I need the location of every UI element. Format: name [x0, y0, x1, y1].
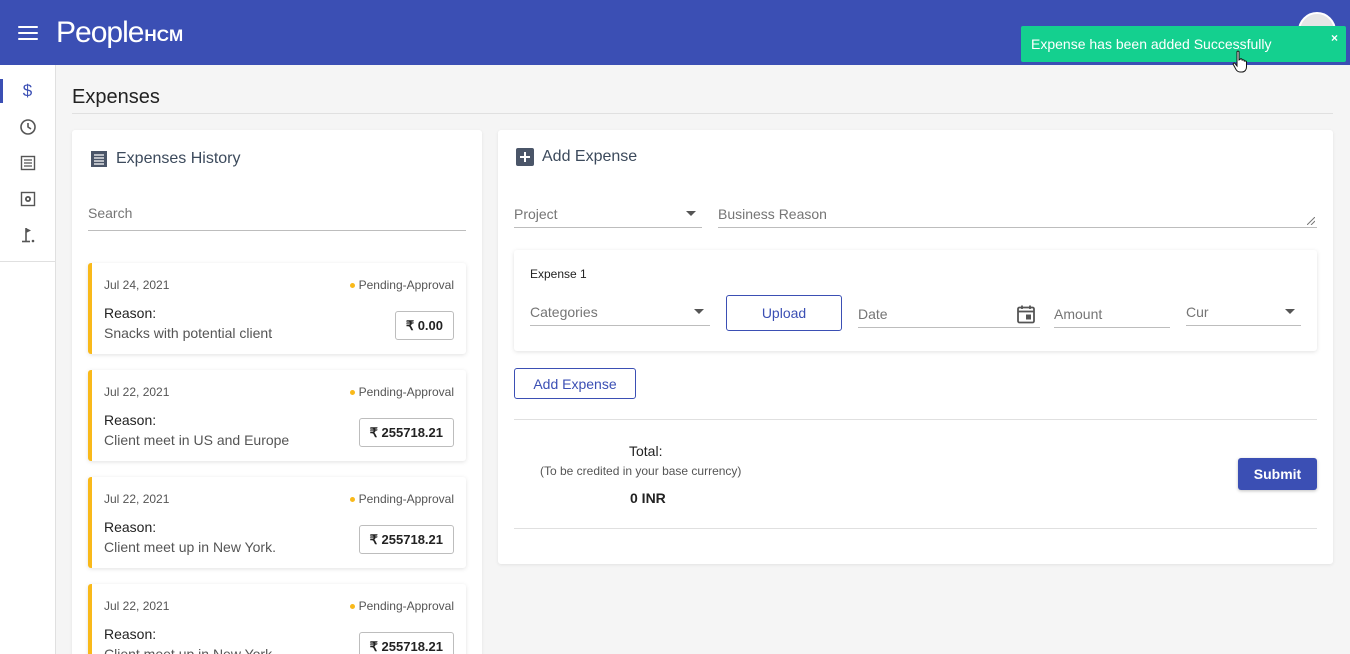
sidebar-item-golf[interactable] — [0, 217, 55, 253]
total-label: Total: — [629, 443, 663, 459]
menu-icon[interactable] — [0, 0, 56, 65]
logo-main-text: People — [56, 15, 144, 49]
total-value: 0 INR — [630, 490, 666, 506]
golf-flag-icon — [21, 228, 34, 243]
sidebar-item-expenses[interactable]: $ — [0, 73, 55, 109]
search-field[interactable] — [88, 205, 466, 231]
expense-amount: ₹ 255718.21 — [358, 525, 454, 554]
resize-handle-icon[interactable] — [1307, 217, 1315, 225]
status-dot-icon — [349, 603, 355, 609]
list-icon — [20, 155, 35, 171]
expenses-history-card: Expenses History Jul 24, 2021 Pending-Ap… — [72, 130, 482, 654]
add-expense-card: Add Expense Project Business Reason Expe… — [498, 130, 1333, 564]
upload-button[interactable]: Upload — [726, 295, 842, 331]
status-dot-icon — [349, 496, 355, 502]
expense-reason: Client meet in US and Europe — [104, 432, 290, 448]
hand-cursor-icon — [1232, 50, 1250, 79]
status-badge: Pending-Approval — [349, 278, 454, 292]
expense-list-item[interactable]: Jul 24, 2021 Pending-Approval Reason: Sn… — [88, 263, 466, 354]
chevron-down-icon — [694, 309, 704, 314]
sidebar-item-timesheet[interactable] — [0, 109, 55, 145]
expense-list-item[interactable]: Jul 22, 2021 Pending-Approval Reason: Cl… — [88, 370, 466, 461]
expense-reason: Client meet up in New York. — [104, 646, 276, 654]
amount-field[interactable]: Amount — [1054, 300, 1170, 328]
clock-icon — [19, 119, 36, 135]
form-divider — [514, 419, 1317, 420]
expense-date: Jul 22, 2021 — [104, 385, 170, 399]
logo-sub-text: HCM — [144, 25, 184, 45]
status-dot-icon — [349, 389, 355, 395]
project-select[interactable]: Project — [514, 200, 702, 228]
reason-label: Reason: — [104, 412, 157, 428]
status-badge: Pending-Approval — [349, 492, 454, 506]
sidebar: $ — [0, 65, 56, 654]
chevron-down-icon — [686, 211, 696, 216]
dollar-icon: $ — [22, 81, 33, 100]
expense-amount: ₹ 0.00 — [394, 311, 454, 340]
expense-reason: Client meet up in New York. — [104, 539, 276, 555]
title-divider — [72, 113, 1333, 114]
status-dot-icon — [349, 282, 355, 288]
submit-button[interactable]: Submit — [1238, 458, 1317, 490]
date-field[interactable]: Date — [858, 300, 1040, 328]
currency-placeholder: Cur — [1186, 303, 1209, 320]
currency-select[interactable]: Cur — [1186, 298, 1301, 326]
expense-line-box: Expense 1 Categories Upload Date Amount … — [514, 250, 1317, 351]
form-divider — [514, 528, 1317, 529]
categories-select[interactable]: Categories — [530, 298, 710, 326]
expense-amount: ₹ 255718.21 — [358, 632, 454, 654]
sidebar-divider — [0, 261, 55, 262]
page-title: Expenses — [72, 86, 160, 108]
history-header: Expenses History — [90, 150, 241, 168]
sidebar-item-settings[interactable] — [0, 181, 55, 217]
expense-reason: Snacks with potential client — [104, 325, 273, 341]
project-placeholder: Project — [514, 205, 558, 222]
date-placeholder: Date — [858, 305, 888, 322]
add-expense-button[interactable]: Add Expense — [514, 368, 636, 399]
expense-date: Jul 24, 2021 — [104, 278, 170, 292]
add-expense-title: Add Expense — [542, 148, 638, 165]
expense-date: Jul 22, 2021 — [104, 492, 170, 506]
expense-date: Jul 22, 2021 — [104, 599, 170, 613]
chevron-down-icon — [1285, 309, 1295, 314]
calendar-icon[interactable] — [1016, 304, 1036, 324]
expense-list-item[interactable]: Jul 22, 2021 Pending-Approval Reason: Cl… — [88, 477, 466, 568]
reason-label: Reason: — [104, 626, 157, 642]
expense-line-label: Expense 1 — [530, 267, 587, 281]
expense-amount: ₹ 255718.21 — [358, 418, 454, 447]
reason-label: Reason: — [104, 519, 157, 535]
status-badge: Pending-Approval — [349, 385, 454, 399]
add-expense-header: Add Expense — [516, 148, 637, 166]
sidebar-item-list[interactable] — [0, 145, 55, 181]
business-reason-placeholder: Business Reason — [718, 205, 827, 222]
business-reason-textarea[interactable]: Business Reason — [718, 200, 1317, 228]
expense-list-item[interactable]: Jul 22, 2021 Pending-Approval Reason: Cl… — [88, 584, 466, 654]
people-hcm-logo[interactable]: People HCM — [56, 0, 183, 65]
status-badge: Pending-Approval — [349, 599, 454, 613]
history-title: Expenses History — [116, 150, 241, 167]
settings-box-icon — [20, 191, 35, 207]
receipt-icon — [90, 150, 108, 168]
close-icon[interactable]: × — [1331, 31, 1338, 45]
reason-label: Reason: — [104, 305, 157, 321]
categories-placeholder: Categories — [530, 303, 598, 320]
total-note: (To be credited in your base currency) — [540, 464, 742, 478]
amount-placeholder: Amount — [1054, 305, 1103, 322]
search-input[interactable] — [88, 205, 466, 221]
success-toast: Expense has been added Successfully × — [1021, 26, 1346, 62]
add-box-icon — [516, 148, 534, 166]
